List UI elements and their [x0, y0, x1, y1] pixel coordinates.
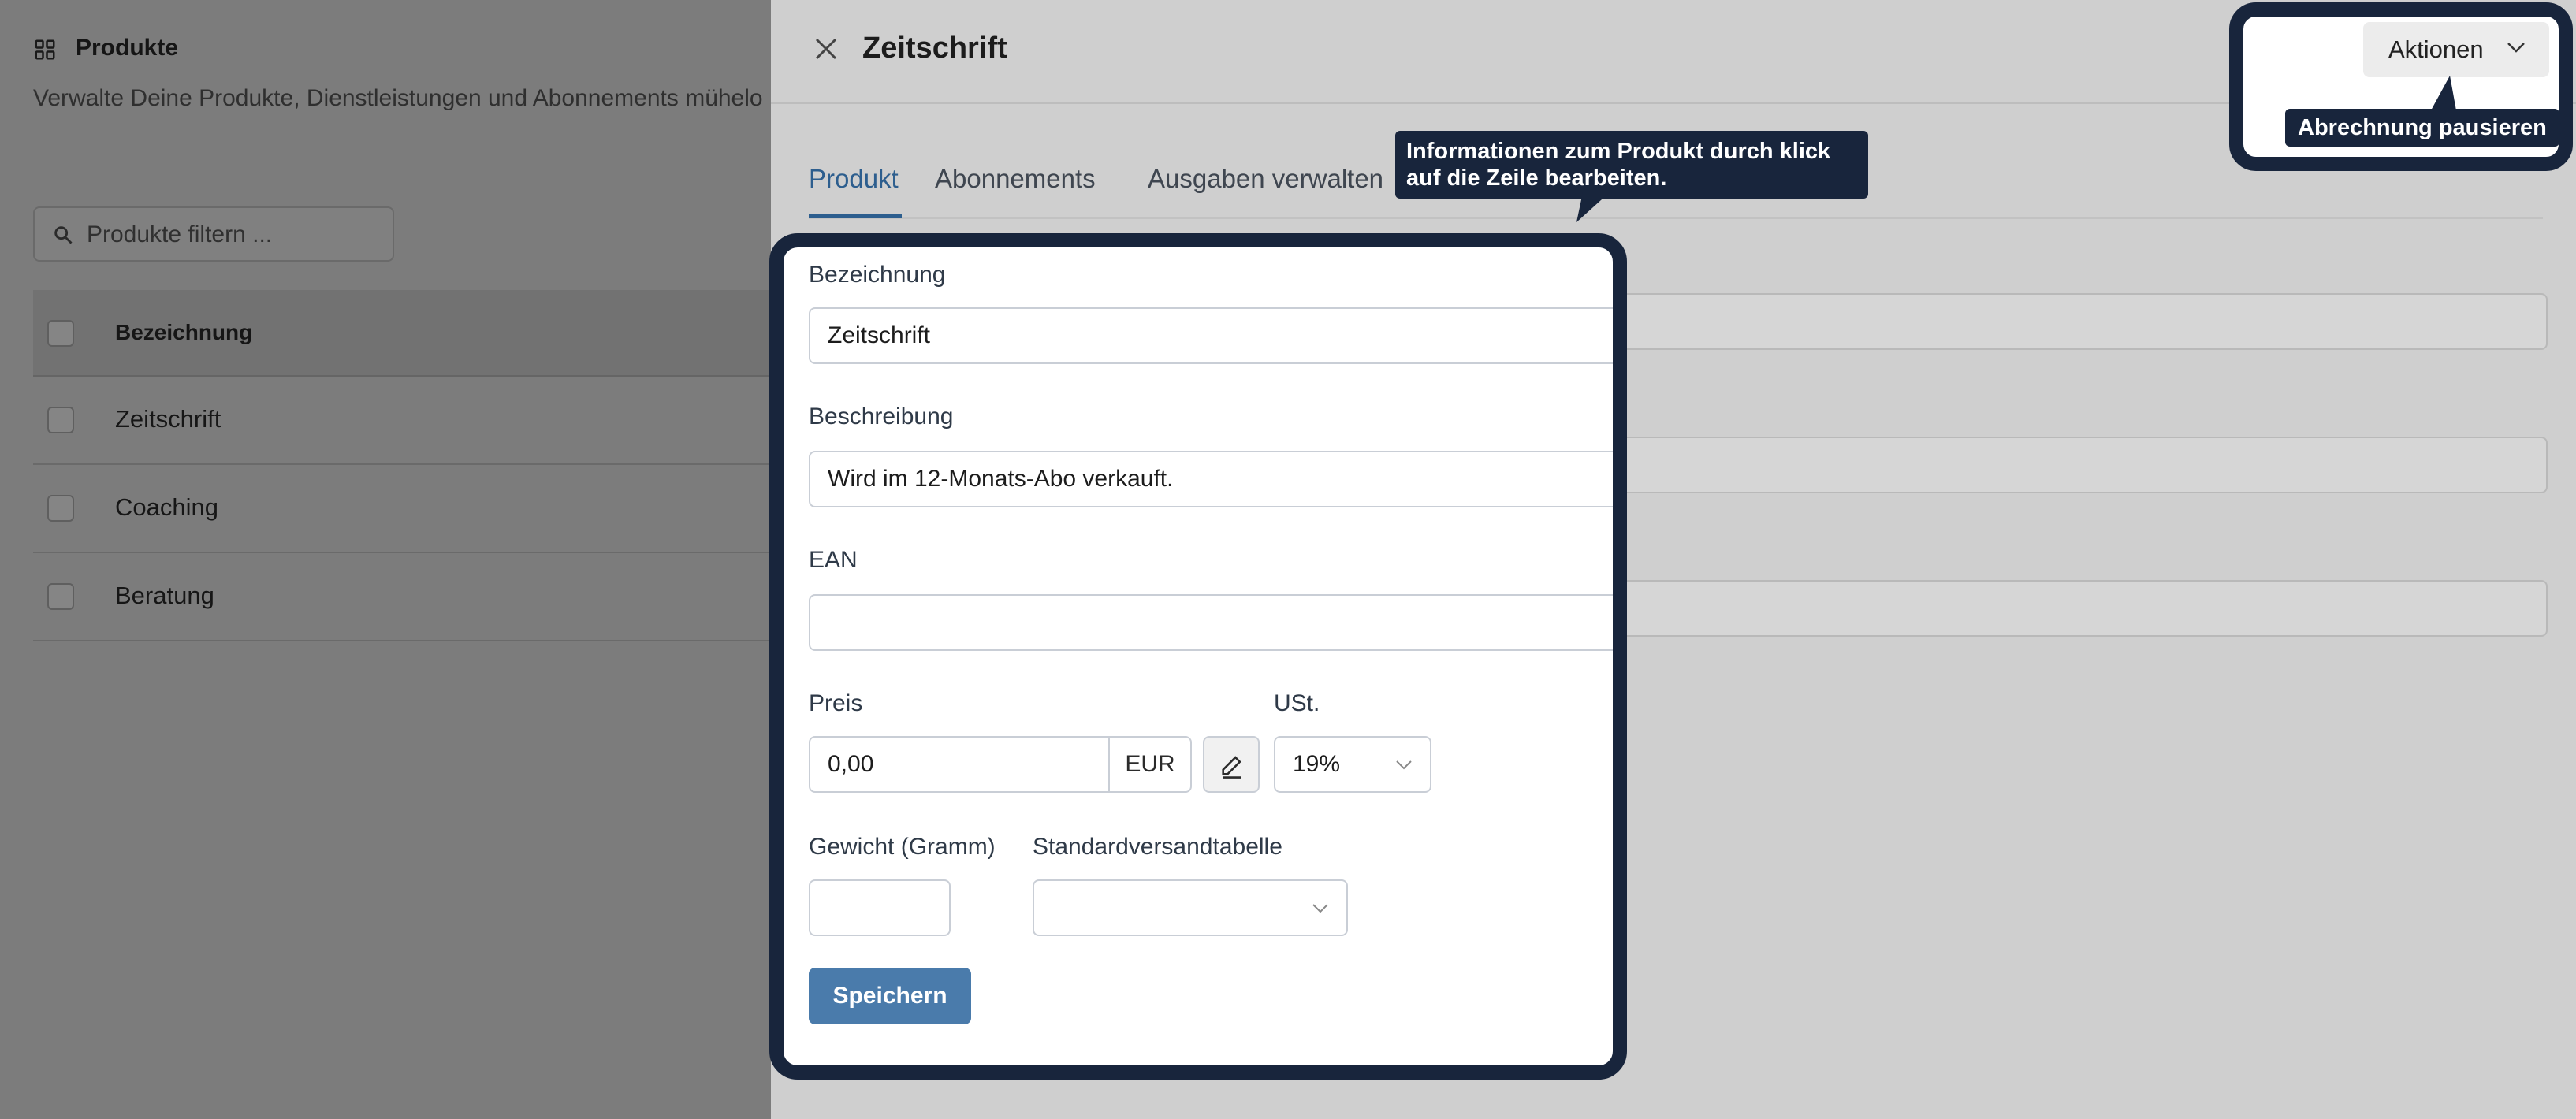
weight-label: Gewicht (Gramm) — [809, 834, 996, 860]
product-form-highlight: Bezeichnung Beschreibung EAN Preis EUR U… — [769, 233, 1627, 1080]
save-button[interactable]: Speichern — [809, 968, 971, 1024]
table-header: Bezeichnung — [33, 290, 772, 377]
description-label: Beschreibung — [809, 403, 954, 429]
name-input[interactable] — [809, 307, 1613, 364]
tab-ausgaben-verwalten[interactable]: Ausgaben verwalten — [1148, 164, 1383, 194]
actions-button[interactable]: Aktionen — [2363, 22, 2549, 77]
tooltip-pointer — [2431, 76, 2456, 110]
vat-select[interactable]: 19% — [1274, 736, 1431, 793]
pause-billing-tooltip: Abrechnung pausieren — [2285, 109, 2559, 147]
edit-price-button[interactable] — [1203, 736, 1260, 793]
price-input[interactable] — [809, 736, 1110, 793]
close-icon[interactable] — [812, 35, 840, 63]
shipping-table-select[interactable] — [1033, 879, 1348, 936]
tab-produkt[interactable]: Produkt — [809, 164, 899, 194]
product-info-tooltip: Informationen zum Produkt durch klick au… — [1395, 131, 1868, 199]
product-filter-input[interactable] — [87, 217, 378, 252]
price-group: EUR — [809, 736, 1192, 793]
currency-addon: EUR — [1108, 736, 1192, 793]
shipping-table-label: Standardversandtabelle — [1033, 834, 1282, 860]
actions-label: Aktionen — [2388, 35, 2484, 63]
chevron-down-icon — [1312, 904, 1328, 913]
price-label: Preis — [809, 690, 863, 716]
row-label: Zeitschrift — [115, 405, 221, 433]
description-input[interactable] — [809, 451, 1613, 507]
tooltip-pointer — [1576, 192, 1610, 222]
page-title: Produkte — [76, 35, 179, 61]
table-row[interactable]: Coaching — [33, 465, 772, 553]
pencil-icon — [1222, 756, 1241, 779]
select-all-checkbox[interactable] — [47, 320, 74, 347]
tab-abonnements[interactable]: Abonnements — [935, 164, 1096, 194]
grid-icon — [35, 39, 55, 60]
search-icon — [54, 226, 73, 244]
row-label: Coaching — [115, 493, 218, 521]
chevron-down-icon — [2507, 43, 2525, 53]
row-label: Beratung — [115, 582, 214, 609]
vat-value: 19% — [1293, 751, 1341, 777]
product-list-page: Produkte Verwalte Deine Produkte, Dienst… — [0, 0, 772, 1119]
name-label: Bezeichnung — [809, 262, 946, 288]
ean-input[interactable] — [809, 594, 1613, 651]
row-checkbox[interactable] — [47, 495, 74, 522]
chevron-down-icon — [1396, 760, 1412, 770]
table-row[interactable]: Beratung — [33, 553, 772, 641]
vat-label: USt. — [1274, 690, 1320, 716]
product-filter[interactable] — [33, 206, 394, 262]
weight-input[interactable] — [809, 879, 951, 936]
page-subtitle: Verwalte Deine Produkte, Dienstleistunge… — [33, 85, 763, 111]
panel-title: Zeitschrift — [862, 32, 1007, 65]
row-checkbox[interactable] — [47, 583, 74, 610]
column-header-name: Bezeichnung — [115, 320, 253, 344]
row-checkbox[interactable] — [47, 407, 74, 433]
product-form: Bezeichnung Beschreibung EAN Preis EUR U… — [784, 247, 1613, 1065]
active-tab-indicator — [809, 214, 902, 218]
table-row[interactable]: Zeitschrift — [33, 377, 772, 465]
ean-label: EAN — [809, 547, 858, 573]
